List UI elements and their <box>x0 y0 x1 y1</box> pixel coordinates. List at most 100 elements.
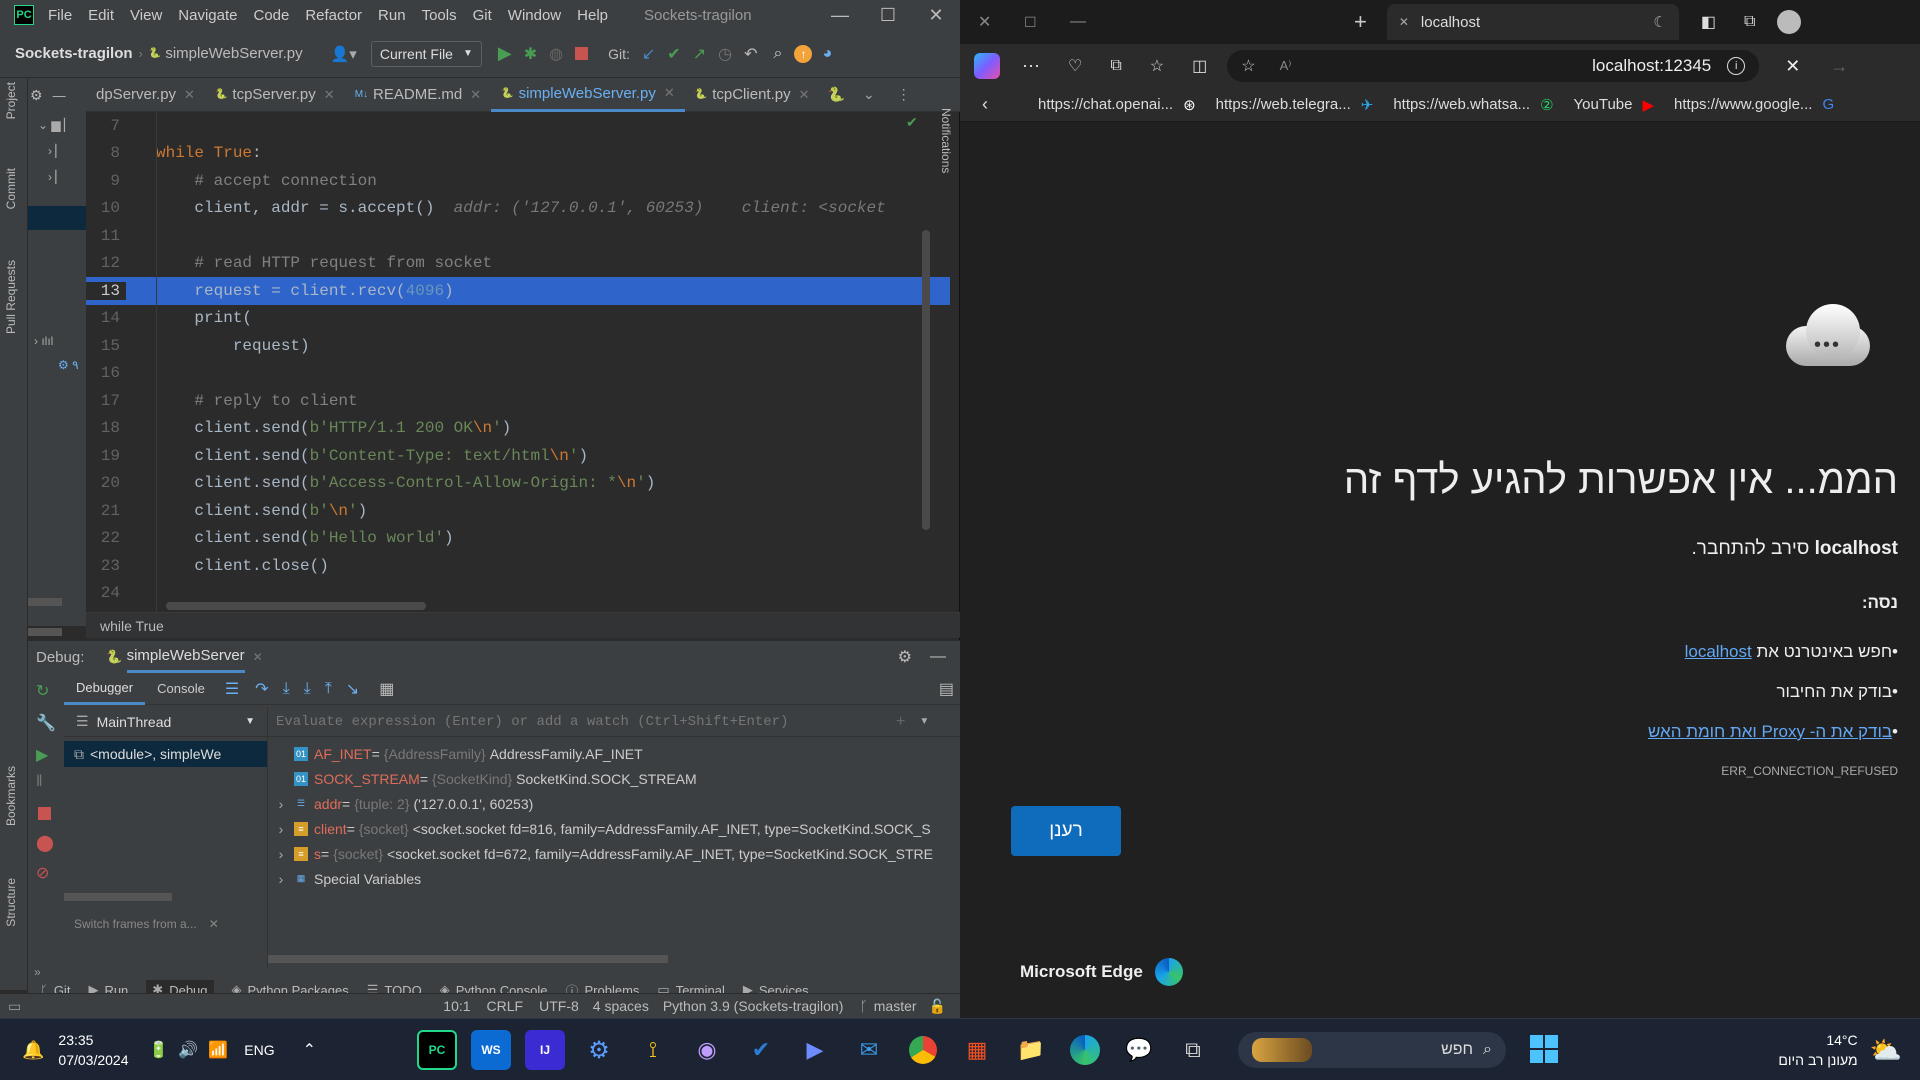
menu-navigate[interactable]: Navigate <box>178 7 237 24</box>
url-text[interactable]: localhost:12345 <box>1592 56 1711 76</box>
step-out-icon[interactable]: ⤒ <box>325 680 332 698</box>
rerun-icon[interactable]: ↻ <box>36 681 49 701</box>
code-line[interactable]: 16 <box>86 360 950 388</box>
workspaces-icon[interactable]: ⧉ <box>1744 13 1755 31</box>
git-commit-icon[interactable]: ✔ <box>667 44 680 64</box>
expand-chevron-icon[interactable]: › <box>268 821 294 837</box>
pause-icon[interactable]: ‖ <box>36 773 43 791</box>
minimize-icon[interactable]: — <box>816 5 864 26</box>
menu-tools[interactable]: Tools <box>422 7 457 24</box>
expand-chevron-icon[interactable]: › <box>268 846 294 862</box>
browser-tab[interactable]: ✕ localhost ☾ <box>1386 4 1679 40</box>
app-icon[interactable]: ⟟ <box>633 1030 673 1070</box>
menu-view[interactable]: View <box>130 7 162 24</box>
tree-root-node[interactable]: ⌄ ▆ ▏ <box>38 112 86 138</box>
split-screen-icon[interactable]: ◫ <box>1192 56 1207 76</box>
settings-icon[interactable]: ⚙ <box>30 87 43 104</box>
vars-scrollbar[interactable] <box>268 955 668 963</box>
collapse-icon[interactable]: — <box>53 88 66 103</box>
step-into-my-code-icon[interactable]: ⤓ <box>304 680 311 698</box>
add-watch-icon[interactable]: + <box>896 713 905 731</box>
more-icon[interactable]: » <box>34 965 41 979</box>
maximize-icon[interactable]: ☐ <box>1024 14 1058 31</box>
resume-icon[interactable]: ▶ <box>36 745 48 765</box>
expand-chevron-icon[interactable]: › <box>268 871 294 887</box>
cursor-position[interactable]: 10:1 <box>443 998 470 1014</box>
code-line[interactable]: 7 <box>86 112 950 140</box>
update-icon[interactable]: ↑ <box>794 44 813 63</box>
address-bar[interactable]: ☆ A⁾ localhost:12345 i <box>1227 50 1760 82</box>
code-editor[interactable]: 7 8 while True: 9 # accept connection 10 cli… <box>86 112 950 612</box>
intellij-app-icon[interactable]: IJ <box>525 1030 565 1070</box>
frames-scrollbar[interactable] <box>64 893 172 901</box>
stop-icon[interactable] <box>575 47 589 60</box>
health-icon[interactable]: ♡ <box>1068 56 1082 76</box>
commit-tool-button[interactable]: Commit <box>4 168 18 209</box>
python-interpreter[interactable]: Python 3.9 (Sockets-tragilon) <box>663 998 844 1014</box>
menu-window[interactable]: Window <box>508 7 561 24</box>
view-breakpoints-icon[interactable]: ⬤ <box>36 833 54 853</box>
webstorm-app-icon[interactable]: WS <box>471 1030 511 1070</box>
more-icon[interactable]: ⋯ <box>1022 56 1040 77</box>
new-tab-icon[interactable]: + <box>1354 9 1367 35</box>
menu-code[interactable]: Code <box>253 7 289 24</box>
pycharm-app-icon[interactable]: PC <box>417 1030 457 1070</box>
start-icon[interactable] <box>1530 1035 1558 1063</box>
copilot-icon[interactable] <box>974 53 1000 79</box>
collections-icon[interactable]: ⧉ <box>1110 57 1121 75</box>
edge-app-icon[interactable] <box>1070 1035 1100 1065</box>
menu-help[interactable]: Help <box>577 7 608 24</box>
code-line[interactable]: 11 <box>86 222 950 250</box>
close-tab-icon[interactable]: ✕ <box>184 87 195 103</box>
editor-hscrollbar[interactable] <box>166 602 426 610</box>
check-proxy-link[interactable]: בודק את ה- Proxy ואת חומת האש <box>1648 722 1892 741</box>
code-line[interactable]: 19 client.send(b'Content-Type: text/html… <box>86 442 950 470</box>
run-icon[interactable]: ▶ <box>498 43 512 64</box>
profile-avatar[interactable] <box>1777 10 1802 34</box>
scratches-icon[interactable]: ⚙ ٩ <box>58 358 79 372</box>
store-icon[interactable]: ▦ <box>957 1030 997 1070</box>
code-line[interactable]: 20 client.send(b'Access-Control-Allow-Or… <box>86 470 950 498</box>
pull-requests-tool-button[interactable]: Pull Requests <box>4 260 18 334</box>
code-line[interactable]: 10 client, addr = s.accept() addr: ('127… <box>86 195 950 223</box>
menu-refactor[interactable]: Refactor <box>305 7 362 24</box>
close-tab-icon[interactable]: ✕ <box>470 87 481 103</box>
line-separator[interactable]: CRLF <box>487 998 524 1014</box>
back-icon[interactable]: ‹ <box>982 94 988 115</box>
add-favorite-icon[interactable]: ☆ <box>1241 56 1255 76</box>
close-session-icon[interactable]: ✕ <box>253 650 263 664</box>
editor-vscrollbar[interactable] <box>922 230 930 530</box>
battery-icon[interactable]: 🔋 <box>149 1040 169 1060</box>
tab-console[interactable]: Console <box>145 681 217 696</box>
editor-tab[interactable]: M↓ README.md ✕ <box>345 78 491 112</box>
code-line[interactable]: 9 # accept connection <box>86 167 950 195</box>
refresh-button[interactable]: רענן <box>1011 806 1121 856</box>
editor-tab[interactable]: 🐍 tcpServer.py ✕ <box>205 78 345 112</box>
file-explorer-icon[interactable]: 📁 <box>1011 1030 1051 1070</box>
mail-icon[interactable]: ✉ <box>849 1030 889 1070</box>
code-line[interactable]: 14 print( <box>86 305 950 333</box>
expand-chevron-icon[interactable]: › <box>268 796 294 812</box>
code-line[interactable]: 12 # read HTTP request from socket <box>86 250 950 278</box>
variable-row[interactable]: 01 AF_INET = {AddressFamily} AddressFamily… <box>268 741 960 766</box>
code-line[interactable]: 15 request) <box>86 332 950 360</box>
step-into-icon[interactable]: ⤓ <box>283 680 290 698</box>
search-localhost-link[interactable]: localhost <box>1685 642 1752 661</box>
bookmark-item[interactable]: https://web.telegra... ✈ <box>1216 96 1374 114</box>
user-icon[interactable]: 👤▾ <box>331 45 357 63</box>
notifications-tool-button[interactable]: Notifications <box>939 108 953 173</box>
bookmark-item[interactable]: YouTube ▶ <box>1574 96 1655 114</box>
variable-row[interactable]: › ▦ Special Variables <box>268 866 960 891</box>
media-app-icon[interactable]: ▶ <box>795 1030 835 1070</box>
more-icon[interactable]: ⋮ <box>897 86 911 103</box>
breadcrumb-file[interactable]: simpleWebServer.py <box>165 45 302 62</box>
notifications-icon[interactable]: 🔔 <box>22 1040 44 1061</box>
hide-panel-icon[interactable]: — <box>930 648 946 666</box>
chevron-down-icon[interactable]: ▼ <box>919 716 929 727</box>
tree-node[interactable]: › ▏ <box>38 138 86 164</box>
close-tab-icon[interactable]: ✕ <box>664 85 675 101</box>
run-config-select[interactable]: Current File ▼ <box>370 40 482 67</box>
debug-icon[interactable]: ✱ <box>524 44 537 64</box>
toggle-tool-windows-icon[interactable]: ▭ <box>8 998 21 1015</box>
tree-node[interactable]: › ▏ <box>38 164 86 190</box>
